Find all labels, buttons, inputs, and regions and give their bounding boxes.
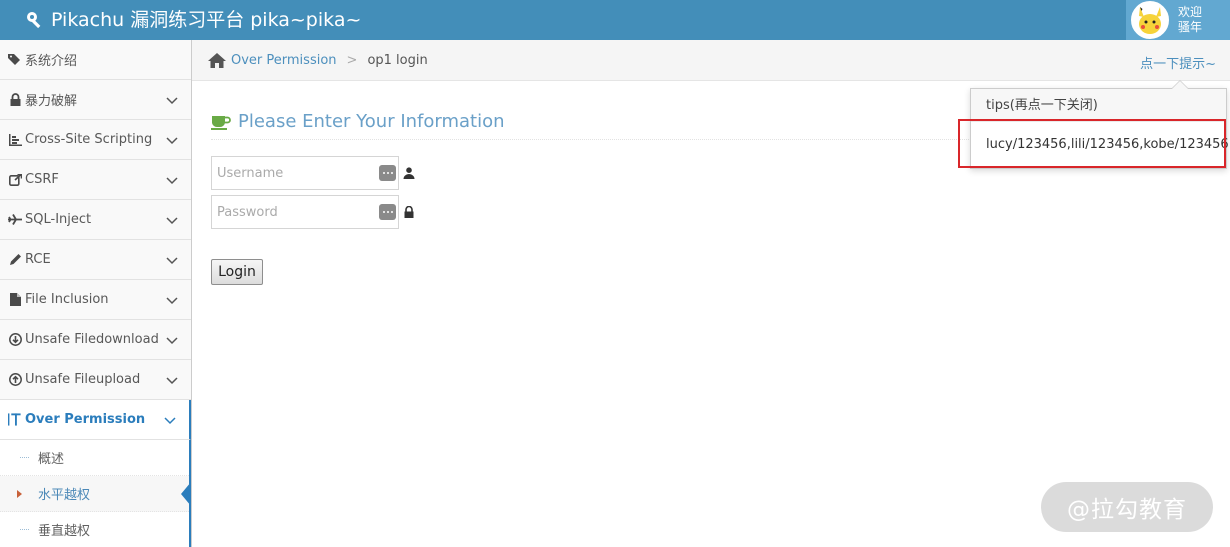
lock-icon	[8, 93, 22, 107]
breadcrumb: Over Permission > op1 login 点一下提示~	[192, 40, 1230, 81]
breadcrumb-link[interactable]: Over Permission	[231, 53, 337, 68]
username-field	[211, 156, 399, 190]
top-navbar: Pikachu 漏洞练习平台 pika~pika~ 欢迎 骚年	[0, 0, 1230, 40]
sidebar-item-fileupload[interactable]: Unsafe Fileupload	[0, 360, 191, 400]
password-manager-icon[interactable]	[379, 165, 396, 181]
sidebar-item-file-inclusion[interactable]: File Inclusion	[0, 280, 191, 320]
tags-icon	[8, 53, 22, 67]
sidebar-item-rce[interactable]: RCE	[0, 240, 191, 280]
chevron-down-icon	[166, 177, 178, 185]
username-input[interactable]	[212, 158, 362, 188]
chevron-down-icon	[166, 337, 178, 345]
active-indicator	[181, 482, 191, 506]
share-icon	[8, 173, 22, 187]
file-icon	[8, 293, 22, 307]
password-manager-icon[interactable]	[379, 204, 396, 220]
sidebar-submenu: 概述 水平越权 垂直越权	[0, 440, 191, 547]
chevron-down-icon	[164, 417, 176, 425]
user-icon	[403, 167, 415, 179]
home-icon[interactable]	[208, 52, 226, 68]
breadcrumb-separator: >	[346, 52, 358, 68]
sidebar-item-bruteforce[interactable]: 暴力破解	[0, 80, 191, 120]
user-menu[interactable]: 欢迎 骚年	[1126, 0, 1230, 40]
watermark: @拉勾教育	[1041, 482, 1213, 532]
breadcrumb-current: op1 login	[367, 52, 428, 68]
wrench-icon	[27, 12, 41, 29]
sidebar-item-over-permission[interactable]: Over Permission	[0, 400, 191, 440]
brand-title: Pikachu 漏洞练习平台 pika~pika~	[51, 9, 362, 31]
brand[interactable]: Pikachu 漏洞练习平台 pika~pika~	[26, 0, 361, 40]
chevron-down-icon	[166, 257, 178, 265]
user-greeting: 欢迎 骚年	[1178, 5, 1203, 34]
text-cursor-icon	[8, 413, 22, 427]
sidebar-subitem-horizontal[interactable]: 水平越权	[0, 476, 191, 512]
chevron-down-icon	[166, 297, 178, 305]
chevron-down-icon	[166, 377, 178, 385]
chevron-down-icon	[166, 137, 178, 145]
sidebar-item-intro[interactable]: 系统介绍	[0, 40, 191, 80]
chevron-down-icon	[166, 97, 178, 105]
sidebar-item-sqli[interactable]: SQL-Inject	[0, 200, 191, 240]
popover-title: tips(再点一下关闭)	[971, 89, 1226, 122]
lock-icon	[404, 206, 414, 218]
highlight-box	[958, 119, 1226, 168]
password-field	[211, 195, 399, 229]
avatar	[1131, 1, 1169, 39]
password-input[interactable]	[212, 197, 362, 227]
tips-link[interactable]: 点一下提示~	[1140, 53, 1216, 72]
bar-chart-icon	[8, 133, 22, 147]
plane-icon	[8, 213, 22, 227]
chevron-down-icon	[166, 217, 178, 225]
upload-circle-icon	[8, 373, 22, 387]
sidebar-item-filedownload[interactable]: Unsafe Filedownload	[0, 320, 191, 360]
download-circle-icon	[8, 333, 22, 347]
coffee-icon	[211, 116, 231, 130]
sidebar-item-csrf[interactable]: CSRF	[0, 160, 191, 200]
sidebar-subitem-vertical[interactable]: 垂直越权	[0, 512, 189, 547]
login-button[interactable]: Login	[211, 259, 263, 285]
sidebar: 系统介绍 暴力破解 Cross-Site Scripting CSRF SQL-…	[0, 40, 192, 547]
sidebar-item-xss[interactable]: Cross-Site Scripting	[0, 120, 191, 160]
pencil-icon	[8, 253, 22, 267]
sidebar-subitem-overview[interactable]: 概述	[0, 440, 189, 476]
